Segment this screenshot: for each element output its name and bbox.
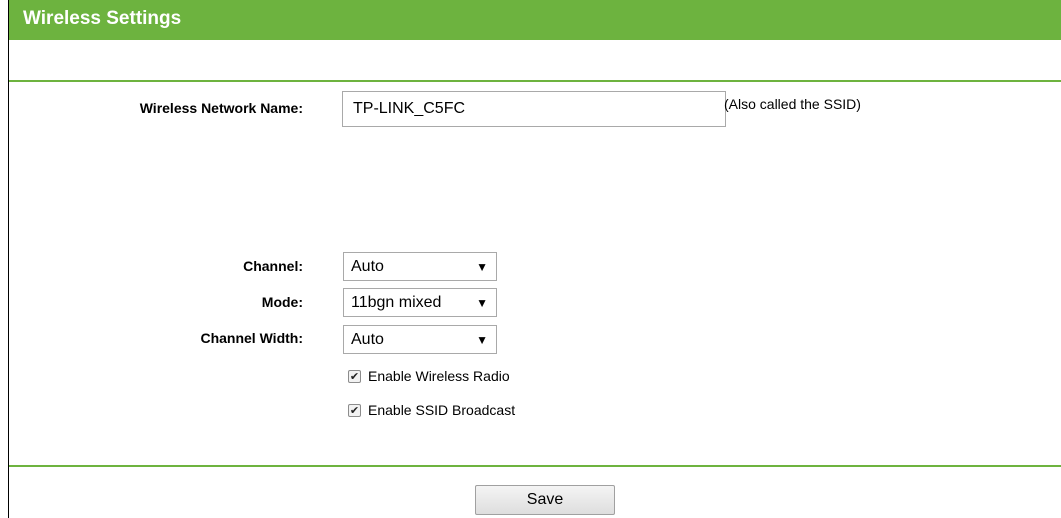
channel-select-value: Auto xyxy=(351,258,384,275)
channel-label: Channel: xyxy=(243,258,303,274)
enable-ssid-broadcast-label: Enable SSID Broadcast xyxy=(368,402,516,418)
channel-width-select-value: Auto xyxy=(351,331,384,348)
channel-width-label: Channel Width: xyxy=(200,330,303,346)
channel-width-select[interactable]: Auto ▼ xyxy=(343,325,497,354)
title-bar: Wireless Settings xyxy=(9,0,1061,40)
bottom-divider xyxy=(9,465,1061,467)
enable-wireless-radio-checkbox[interactable]: ✔ xyxy=(348,370,361,383)
save-button[interactable]: Save xyxy=(475,485,615,515)
channel-select[interactable]: Auto ▼ xyxy=(343,252,497,281)
ssid-note: (Also called the SSID) xyxy=(724,96,861,112)
mode-select-value: 11bgn mixed xyxy=(351,294,442,311)
top-divider xyxy=(9,80,1061,82)
ssid-input[interactable] xyxy=(342,91,726,127)
enable-wireless-radio-label: Enable Wireless Radio xyxy=(368,368,510,384)
chevron-down-icon: ▼ xyxy=(476,296,488,310)
settings-panel: Wireless Settings Wireless Network Name:… xyxy=(8,0,1061,518)
mode-label: Mode: xyxy=(261,294,303,310)
enable-ssid-broadcast-checkbox[interactable]: ✔ xyxy=(348,404,361,417)
chevron-down-icon: ▼ xyxy=(476,333,488,347)
ssid-label: Wireless Network Name: xyxy=(139,100,303,116)
page-title: Wireless Settings xyxy=(23,8,182,29)
mode-select[interactable]: 11bgn mixed ▼ xyxy=(343,288,497,317)
chevron-down-icon: ▼ xyxy=(476,260,488,274)
